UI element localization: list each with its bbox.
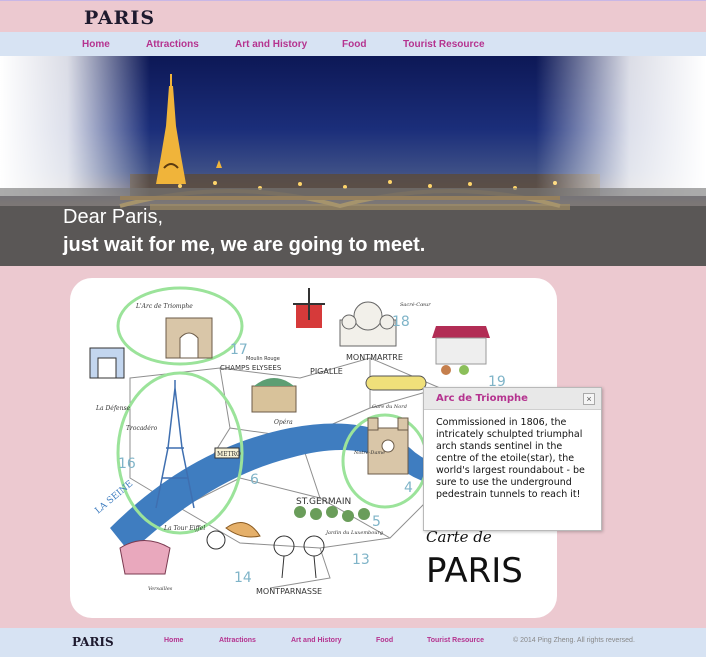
handbag-icon	[119, 540, 171, 575]
moulin-rouge-icon	[293, 288, 325, 328]
svg-text:MONTMARTRE: MONTMARTRE	[346, 353, 403, 362]
svg-text:Opéra: Opéra	[274, 419, 293, 426]
footer-nav-food[interactable]: Food	[376, 637, 393, 644]
svg-text:Notre-Dame: Notre-Dame	[353, 450, 385, 456]
nav-food[interactable]: Food	[342, 39, 366, 50]
svg-text:Jardin du Luxembourg: Jardin du Luxembourg	[325, 530, 383, 536]
svg-text:PIGALLE: PIGALLE	[310, 367, 343, 376]
arc-de-triomphe-icon	[165, 317, 213, 359]
svg-text:Trocadéro: Trocadéro	[126, 425, 158, 432]
croissant-icon	[225, 522, 261, 538]
svg-text:16: 16	[118, 456, 136, 472]
footer-nav-attractions[interactable]: Attractions	[219, 637, 256, 644]
svg-text:L'Arc de Triomphe: L'Arc de Triomphe	[135, 303, 193, 310]
coffee-cup-icon	[206, 530, 226, 550]
hero-banner: Dear Paris, just wait for me, we are goi…	[0, 56, 706, 266]
main-nav: Home Attractions Art and History Food To…	[0, 32, 706, 56]
svg-text:Moulin Rouge: Moulin Rouge	[246, 356, 280, 362]
nav-attractions[interactable]: Attractions	[146, 39, 199, 50]
svg-text:5: 5	[372, 514, 381, 530]
svg-text:13: 13	[352, 552, 370, 568]
footer-nav-home[interactable]: Home	[164, 637, 183, 644]
opera-icon	[251, 378, 297, 413]
footer-nav-art-history[interactable]: Art and History	[291, 637, 342, 644]
market-stall-icon	[432, 326, 490, 375]
svg-text:4: 4	[404, 480, 413, 496]
svg-text:Sacré-Cœur: Sacré-Cœur	[400, 301, 431, 308]
svg-text:Versailles: Versailles	[148, 586, 173, 592]
svg-text:La Défense: La Défense	[95, 405, 131, 412]
hero-tagline: just wait for me, we are going to meet.	[63, 234, 426, 256]
train-icon	[365, 375, 427, 391]
svg-text:CHAMPS ELYSEES: CHAMPS ELYSEES	[220, 364, 282, 372]
nav-home[interactable]: Home	[82, 39, 110, 50]
svg-text:18: 18	[392, 314, 410, 330]
svg-text:6: 6	[250, 472, 259, 488]
svg-text:METRO: METRO	[217, 451, 241, 458]
nav-art-history[interactable]: Art and History	[235, 39, 307, 50]
svg-text:ST.GERMAIN: ST.GERMAIN	[296, 497, 351, 507]
notre-dame-icon	[367, 417, 409, 475]
copyright-notice: © 2014 Ping Zheng. All rights reversed.	[513, 637, 635, 644]
close-icon[interactable]: ×	[583, 393, 595, 405]
site-footer: PARIS Home Attractions Art and History F…	[0, 628, 706, 657]
tooltip-header: Arc de Triomphe ×	[424, 388, 601, 410]
tooltip-body: Commissioned in 1806, the intricately sc…	[436, 417, 585, 500]
map-title-paris: PARIS	[426, 551, 523, 591]
footer-nav-tourist-resource[interactable]: Tourist Resource	[427, 637, 484, 644]
svg-text:14: 14	[234, 570, 252, 586]
svg-text:La Tour Eiffel: La Tour Eiffel	[163, 525, 205, 532]
site-logo[interactable]: PARIS	[84, 7, 155, 29]
sacre-coeur-icon	[339, 301, 397, 347]
tooltip-title: Arc de Triomphe	[436, 393, 528, 404]
hero-greeting: Dear Paris,	[63, 206, 164, 228]
cafe-table-icon	[273, 535, 325, 579]
svg-text:Gare du Nord: Gare du Nord	[372, 404, 407, 410]
site-header: PARIS	[0, 0, 706, 32]
eiffel-tower-icon	[156, 74, 186, 184]
footer-logo[interactable]: PARIS	[72, 635, 114, 649]
nav-tourist-resource[interactable]: Tourist Resource	[403, 39, 485, 50]
svg-text:MONTPARNASSE: MONTPARNASSE	[256, 587, 322, 596]
attraction-tooltip: Arc de Triomphe × Commissioned in 1806, …	[423, 387, 602, 531]
svg-text:17: 17	[230, 342, 248, 358]
